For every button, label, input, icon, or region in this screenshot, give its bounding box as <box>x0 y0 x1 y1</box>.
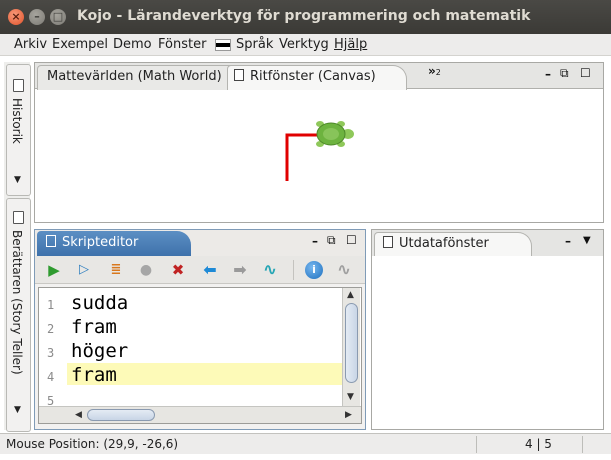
cursor-position-status: 4 | 5 <box>525 437 552 451</box>
scroll-down-icon[interactable]: ▼ <box>347 392 354 402</box>
horizontal-scroll-thumb[interactable] <box>87 409 155 421</box>
code-line: sudda <box>71 292 129 314</box>
status-separator <box>582 436 583 453</box>
code-line: fram <box>71 364 117 386</box>
tab-math-world[interactable]: Mattevärlden (Math World) <box>37 65 238 90</box>
scroll-up-icon[interactable]: ▲ <box>347 290 354 300</box>
menu-sprak[interactable]: Språk <box>236 37 273 52</box>
sidebar-story-label: Berättaren (Story Teller) <box>10 230 24 375</box>
code-editor[interactable]: 1 2 3 4 5 sudda fram höger fram ▲ ▼ ◀ ▶ <box>38 287 362 424</box>
document-icon <box>383 236 393 248</box>
maximize-icon[interactable]: ☐ <box>580 66 591 80</box>
line-number: 2 <box>47 322 55 336</box>
output-area[interactable] <box>372 256 603 429</box>
sidebar-tab-history[interactable]: Historik ▼ <box>6 64 31 196</box>
status-separator <box>476 436 477 453</box>
code-line: höger <box>71 340 129 362</box>
menu-hjalp[interactable]: Hjälp <box>334 37 367 52</box>
minimize-icon[interactable]: – <box>565 234 571 248</box>
redo-arrow-icon[interactable]: ➡ <box>231 261 249 279</box>
status-bar: Mouse Position: (29,9, -26,6) 4 | 5 <box>0 433 611 454</box>
output-panel: Utdatafönster – ▼ <box>371 229 604 430</box>
menu-fonster[interactable]: Fönster <box>158 37 206 52</box>
stop-icon[interactable]: ● <box>137 261 155 279</box>
scroll-right-icon[interactable]: ▶ <box>345 410 352 420</box>
script-editor-panel: Skripteditor – ⧉ ☐ ▶ ▷ ≣ ● ✖ ⬅ ➡ ∿ i ∿ 1… <box>34 229 366 430</box>
tab-script-editor-label: Skripteditor <box>62 235 139 250</box>
line-number: 3 <box>47 346 55 360</box>
scroll-left-icon[interactable]: ◀ <box>75 410 82 420</box>
chevron-down-icon[interactable]: ▼ <box>14 175 21 185</box>
run-icon[interactable]: ▶ <box>45 261 63 279</box>
menu-demo[interactable]: Demo <box>113 37 152 52</box>
mouse-position-status: Mouse Position: (29,9, -26,6) <box>6 437 179 451</box>
canvas-tab-strip: Mattevärlden (Math World) Ritfönster (Ca… <box>35 63 603 90</box>
minimize-icon[interactable]: – <box>312 234 318 248</box>
float-window-icon[interactable]: ⧉ <box>327 233 336 248</box>
format-code-icon[interactable]: ∿ <box>261 261 279 279</box>
run-worksheet-icon[interactable]: ▷ <box>75 261 93 279</box>
undo-arrow-icon[interactable]: ⬅ <box>201 261 219 279</box>
maximize-icon[interactable]: ☐ <box>346 233 357 247</box>
vertical-scrollbar[interactable]: ▲ ▼ <box>342 288 360 406</box>
close-window-button[interactable]: × <box>8 9 24 25</box>
menu-exempel[interactable]: Exempel <box>52 37 108 52</box>
trace-icon[interactable]: ≣ <box>107 261 125 279</box>
line-number-gutter: 1 2 3 4 5 <box>39 288 67 408</box>
float-window-icon[interactable]: ⧉ <box>560 66 569 81</box>
minimize-window-button[interactable]: – <box>29 9 45 25</box>
code-line: fram <box>71 316 117 338</box>
editor-tab-strip: Skripteditor – ⧉ ☐ <box>35 230 365 256</box>
document-icon <box>46 235 56 247</box>
menu-arkiv[interactable]: Arkiv <box>14 37 47 52</box>
maximize-window-button[interactable]: □ <box>50 9 66 25</box>
minimize-icon[interactable]: – <box>545 67 551 81</box>
sidebar-history-label: Historik <box>10 98 24 144</box>
tab-math-world-label: Mattevärlden (Math World) <box>47 69 222 84</box>
flag-icon <box>215 39 231 51</box>
chevron-down-icon[interactable]: ▼ <box>583 235 591 246</box>
output-tab-strip: Utdatafönster – ▼ <box>372 230 603 257</box>
line-number: 1 <box>47 298 55 312</box>
tab-output[interactable]: Utdatafönster <box>374 232 532 257</box>
editor-toolbar: ▶ ▷ ≣ ● ✖ ⬅ ➡ ∿ i ∿ <box>35 256 365 284</box>
sidebar-tab-story-teller[interactable]: Berättaren (Story Teller) ▼ <box>6 198 31 432</box>
document-icon <box>13 211 24 224</box>
document-icon <box>234 69 244 81</box>
canvas-panel: Mattevärlden (Math World) Ritfönster (Ca… <box>34 62 604 223</box>
clear-icon[interactable]: ✖ <box>169 261 187 279</box>
horizontal-scrollbar[interactable]: ◀ ▶ <box>39 406 361 423</box>
turtle-icon <box>316 121 354 147</box>
document-icon <box>13 79 24 92</box>
squiggle-icon[interactable]: ∿ <box>335 261 353 279</box>
menu-verktyg[interactable]: Verktyg <box>279 37 329 52</box>
turtle-path <box>285 133 320 181</box>
tab-canvas[interactable]: Ritfönster (Canvas) <box>227 65 407 90</box>
toolbar-separator <box>293 260 294 280</box>
tab-output-label: Utdatafönster <box>399 236 489 251</box>
title-bar: × – □ Kojo - Lärandeverktyg för programm… <box>0 0 611 34</box>
menu-bar: Arkiv Exempel Demo Fönster Språk Verktyg… <box>0 34 611 56</box>
vertical-scroll-thumb[interactable] <box>345 303 358 383</box>
turtle-canvas[interactable] <box>35 90 603 222</box>
window-title: Kojo - Lärandeverktyg för programmering … <box>77 8 531 24</box>
tab-script-editor[interactable]: Skripteditor <box>37 231 191 256</box>
line-number: 4 <box>47 370 55 384</box>
tab-overflow-button[interactable]: »2 <box>428 64 441 78</box>
side-bar: Historik ▼ Berättaren (Story Teller) ▼ <box>4 62 31 432</box>
chevron-down-icon[interactable]: ▼ <box>14 405 21 415</box>
tab-canvas-label: Ritfönster (Canvas) <box>250 69 376 84</box>
info-icon[interactable]: i <box>305 261 323 279</box>
